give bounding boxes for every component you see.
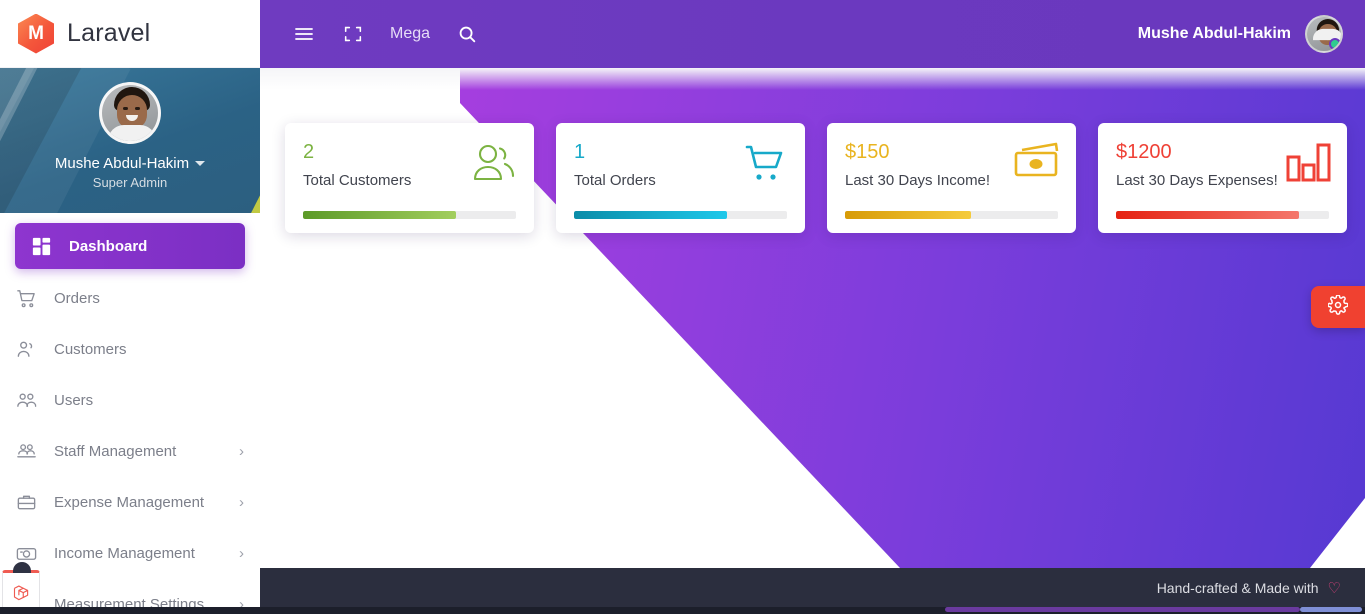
top-navbar: Mega Mushe Abdul-Hakim [260,0,1365,68]
mega-menu-button[interactable]: Mega [390,25,430,43]
profile-name-row[interactable]: Mushe Abdul-Hakim [0,155,260,172]
progress-track [303,211,516,219]
main-content: 2 Total Customers 1 Total Orders $150 La… [260,68,1365,568]
hamburger-menu-icon[interactable] [292,22,316,46]
progress-track [574,211,787,219]
sidebar-item-users[interactable]: Users [0,375,260,426]
bar-chart-icon [1285,141,1331,183]
stat-card-expenses[interactable]: $1200 Last 30 Days Expenses! [1098,123,1347,233]
stat-card-total-orders[interactable]: 1 Total Orders [556,123,805,233]
chevron-right-icon: › [239,494,244,511]
sidebar-profile[interactable]: Mushe Abdul-Hakim Super Admin [0,68,260,213]
sidebar-item-customers[interactable]: Customers [0,324,260,375]
user-single-icon [14,338,38,362]
scrollbar-thumb[interactable] [945,607,1300,612]
money-bills-icon [1012,141,1060,181]
sidebar-item-label: Expense Management [54,494,205,511]
sidebar-menu: Dashboard Orders Customers Users Staff M… [0,213,260,614]
brand-name: Laravel [67,19,151,47]
navbar-user-menu[interactable]: Mushe Abdul-Hakim [1138,15,1365,53]
profile-name: Mushe Abdul-Hakim [54,155,190,172]
profile-role: Super Admin [92,175,168,190]
sidebar-item-label: Users [54,392,94,409]
fullscreen-expand-icon[interactable] [342,23,364,45]
navbar-username: Mushe Abdul-Hakim [1137,25,1291,42]
chevron-right-icon: › [239,443,244,460]
sidebar-item-orders[interactable]: Orders [0,273,260,324]
sidebar-item-label: Orders [54,290,100,307]
sidebar-item-label: Staff Management [54,443,177,460]
sidebar-item-label: Customers [54,341,127,358]
users-group-icon [14,389,38,413]
stat-cards: 2 Total Customers 1 Total Orders $150 La… [260,68,1365,233]
progress-fill [845,211,971,219]
progress-fill [303,211,457,219]
footer-text: Hand-crafted & Made with [1156,580,1319,596]
online-status-dot [1329,38,1341,50]
horizontal-scrollbar[interactable] [0,607,1365,614]
chevron-right-icon: › [239,545,244,562]
briefcase-icon [14,491,38,515]
sidebar-item-staff-management[interactable]: Staff Management › [0,426,260,477]
dashboard-grid-icon [29,234,53,258]
footer: Hand-crafted & Made with ♡ [260,568,1365,608]
heart-icon: ♡ [1327,579,1341,597]
stat-card-total-customers[interactable]: 2 Total Customers [285,123,534,233]
sidebar-item-dashboard[interactable]: Dashboard [15,223,245,269]
app-root: M Laravel Mushe Abdul-Hakim Super Admin … [0,0,1365,614]
sidebar: M Laravel Mushe Abdul-Hakim Super Admin … [0,0,260,614]
shopping-cart-outline-icon [741,141,789,185]
staff-icon [14,440,38,464]
progress-track [845,211,1058,219]
avatar[interactable] [99,82,161,144]
progress-fill [1116,211,1300,219]
chevron-down-icon[interactable] [195,161,206,166]
shopping-cart-icon [14,287,38,311]
sidebar-item-label: Dashboard [69,237,148,255]
brand-header[interactable]: M Laravel [0,0,260,68]
stat-card-income[interactable]: $150 Last 30 Days Income! [827,123,1076,233]
avatar[interactable] [1305,15,1343,53]
hexagon-m-icon: M [18,13,54,54]
settings-toggle-button[interactable] [1311,286,1365,328]
brand-logo-letter: M [28,22,44,44]
progress-fill [574,211,728,219]
sidebar-item-label: Income Management [54,545,195,562]
scrollbar-thumb-secondary[interactable] [1300,607,1362,612]
customers-outline-icon [470,141,518,185]
progress-track [1116,211,1329,219]
gear-icon [1327,293,1349,320]
sidebar-item-expense-management[interactable]: Expense Management › [0,477,260,528]
search-icon[interactable] [456,23,478,45]
